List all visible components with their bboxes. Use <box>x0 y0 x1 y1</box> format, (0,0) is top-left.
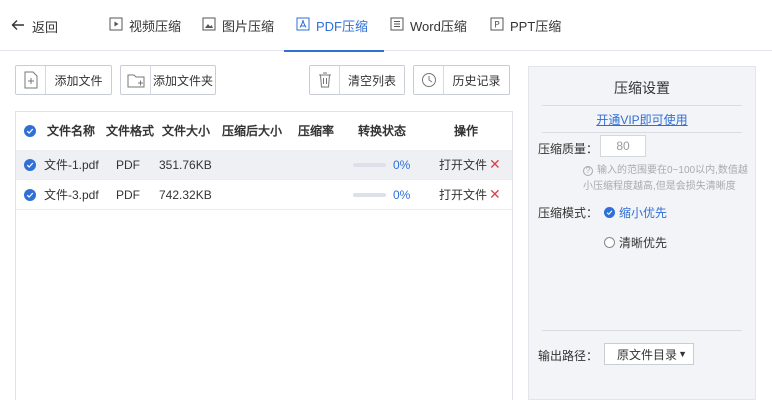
image-icon <box>202 17 216 34</box>
output-path-label: 输出路径： <box>538 349 599 363</box>
add-folder-icon <box>121 66 151 94</box>
tab-label: 图片压缩 <box>222 19 275 34</box>
progress-percent: 0% <box>393 187 411 202</box>
video-icon <box>109 17 123 34</box>
clear-list-button[interactable]: 清空列表 <box>309 65 405 95</box>
panel-title: 压缩设置 <box>614 80 670 96</box>
back-button[interactable]: 返回 <box>10 14 58 38</box>
output-path-value: 原文件目录 <box>617 347 678 362</box>
column-header: 文件大小 <box>162 124 211 138</box>
select-all-checkbox[interactable] <box>24 112 36 149</box>
divider <box>542 330 742 331</box>
delete-icon[interactable]: ✕ <box>489 180 501 209</box>
file-size: 351.76KB <box>159 157 212 172</box>
progress-bar <box>353 150 386 179</box>
file-name: 文件-1.pdf <box>44 158 99 172</box>
divider <box>542 132 742 133</box>
open-file-link[interactable]: 打开文件 <box>439 180 487 209</box>
history-label: 历史记录 <box>452 73 501 88</box>
file-format: PDF <box>116 187 140 202</box>
add-folder-button[interactable]: 添加文件夹 <box>120 65 216 95</box>
file-table: 文件名称 文件格式 文件大小 压缩后大小 压缩率 转换状态 操作 文件-1.pd… <box>15 111 513 400</box>
column-header: 文件格式 <box>106 124 155 138</box>
help-icon: ? <box>583 166 593 176</box>
compression-settings-panel: 压缩设置 开通VIP即可使用 压缩质量： 80 ? 输入的范围要在0~100以内,… <box>528 66 756 400</box>
quality-input[interactable]: 80 <box>600 135 646 157</box>
hint-text: 小压缩程度越高,但是会损失清晰度 <box>583 181 736 192</box>
add-file-button[interactable]: 添加文件 <box>15 65 112 95</box>
column-header: 压缩率 <box>298 124 335 138</box>
clear-list-label: 清空列表 <box>347 73 396 88</box>
tab-label: PDF压缩 <box>316 19 369 34</box>
clock-icon <box>414 66 444 94</box>
check-icon <box>24 158 36 171</box>
vip-link[interactable]: 开通VIP即可使用 <box>529 111 755 128</box>
tab-pdf[interactable]: PDF压缩 <box>283 0 385 52</box>
table-row[interactable]: 文件-3.pdf PDF 742.32KB 0% 打开文件 ✕ <box>16 180 512 210</box>
caret-down-icon: ▼ <box>678 349 687 359</box>
column-header: 操作 <box>454 124 479 138</box>
add-folder-label: 添加文件夹 <box>152 73 213 88</box>
add-file-icon <box>16 66 46 94</box>
trash-icon <box>310 66 340 94</box>
file-format: PDF <box>116 157 140 172</box>
hint-text: 输入的范围要在0~100以内,数值越 <box>597 165 748 176</box>
output-path-select[interactable]: 原文件目录 ▼ <box>604 343 694 365</box>
quality-label: 压缩质量： <box>538 142 599 156</box>
mode-option-label: 清晰优先 <box>619 236 668 250</box>
tab-label: PPT压缩 <box>510 19 562 34</box>
top-nav: 返回 视频压缩 图片压缩 PDF压缩 Word压缩 P PPT压缩 <box>0 0 772 52</box>
table-header: 文件名称 文件格式 文件大小 压缩后大小 压缩率 转换状态 操作 <box>16 112 512 149</box>
back-label: 返回 <box>32 19 59 35</box>
radio-unchecked-icon <box>604 237 615 248</box>
pdf-icon <box>296 17 310 34</box>
add-file-label: 添加文件 <box>54 73 103 88</box>
arrow-left-icon <box>10 17 26 36</box>
column-header: 文件名称 <box>47 124 96 138</box>
column-header: 压缩后大小 <box>222 124 283 138</box>
check-icon <box>24 124 36 137</box>
ppt-icon: P <box>490 17 504 34</box>
tab-image[interactable]: 图片压缩 <box>202 0 274 51</box>
progress-percent: 0% <box>393 157 411 172</box>
tab-ppt[interactable]: P PPT压缩 <box>490 0 561 51</box>
mode-option-shrink[interactable]: 缩小优先 <box>604 204 667 221</box>
file-size: 742.32KB <box>159 187 212 202</box>
quality-hint: ? 输入的范围要在0~100以内,数值越 小压缩程度越高,但是会损失清晰度 <box>583 163 748 195</box>
mode-option-clarity[interactable]: 清晰优先 <box>604 234 667 251</box>
row-checkbox[interactable] <box>24 150 36 179</box>
tab-video[interactable]: 视频压缩 <box>109 0 181 51</box>
mode-option-label: 缩小优先 <box>619 206 668 220</box>
column-header: 转换状态 <box>358 124 407 138</box>
radio-checked-icon <box>604 207 615 218</box>
word-icon <box>390 17 404 34</box>
divider <box>542 105 742 106</box>
delete-icon[interactable]: ✕ <box>489 150 501 179</box>
open-file-link[interactable]: 打开文件 <box>439 150 487 179</box>
tab-word[interactable]: Word压缩 <box>390 0 467 51</box>
check-icon <box>24 188 36 201</box>
table-row[interactable]: 文件-1.pdf PDF 351.76KB 0% 打开文件 ✕ <box>16 150 512 180</box>
svg-text:P: P <box>494 21 500 31</box>
mode-label: 压缩模式： <box>538 206 599 220</box>
progress-bar <box>353 180 386 209</box>
tab-label: 视频压缩 <box>129 19 182 34</box>
row-checkbox[interactable] <box>24 180 36 209</box>
file-name: 文件-3.pdf <box>44 188 99 202</box>
tab-label: Word压缩 <box>410 19 467 34</box>
history-button[interactable]: 历史记录 <box>413 65 510 95</box>
